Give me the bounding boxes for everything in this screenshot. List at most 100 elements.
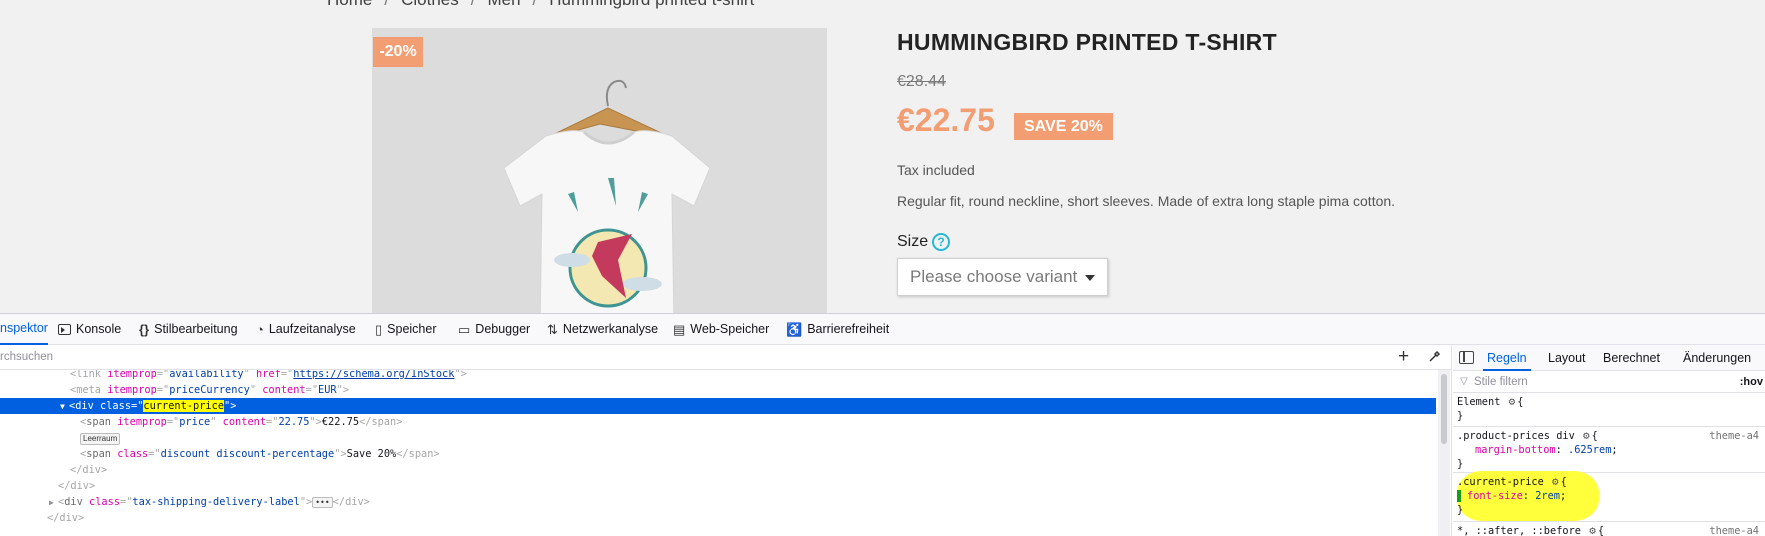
- gauge-icon: ◔: [256, 322, 264, 337]
- markup-line[interactable]: <link itemprop="availability" href="http…: [0, 370, 1436, 382]
- markup-line[interactable]: ▶ <div class="tax-shipping-delivery-label…: [0, 494, 1436, 510]
- help-icon[interactable]: ?: [932, 233, 950, 251]
- size-label: Size: [897, 233, 929, 250]
- tab-changes[interactable]: Änderungen: [1683, 345, 1751, 371]
- breadcrumb-separator: /: [533, 0, 538, 10]
- braces-icon: {}: [139, 322, 150, 337]
- page-viewport: Home / Clothes / Men / Hummingbird printed t-s…: [0, 0, 1765, 313]
- markup-tree: <link itemprop="availability" href="http…: [0, 370, 1436, 536]
- tab-label: Barrierefreiheit: [807, 322, 890, 336]
- tab-network[interactable]: ⇅ Netzwerkanalyse: [547, 314, 658, 345]
- markup-line[interactable]: <span itemprop="price" content="22.75">€…: [0, 414, 1436, 430]
- search-placeholder: rchsuchen: [0, 351, 54, 363]
- css-property[interactable]: font-size: [1467, 490, 1523, 502]
- markup-line[interactable]: <meta itemprop="priceCurrency" content="…: [0, 382, 1436, 398]
- toggle-layout-icon[interactable]: [1459, 351, 1474, 364]
- markup-line[interactable]: <span class="discount discount-percentag…: [0, 446, 1436, 462]
- variant-select[interactable]: Please choose variant: [897, 258, 1108, 296]
- markup-scrollbar[interactable]: [1438, 370, 1450, 536]
- tab-memory[interactable]: ▯ Speicher: [375, 314, 437, 345]
- tab-console[interactable]: Konsole: [58, 314, 121, 345]
- gear-icon[interactable]: ⚙: [1509, 395, 1516, 409]
- filter-icon: ▽: [1460, 376, 1468, 387]
- storage-icon: ▤: [673, 322, 686, 337]
- tab-inspector[interactable]: nspektor: [0, 314, 48, 345]
- breadcrumb-home[interactable]: Home: [327, 0, 372, 10]
- tab-label: Speicher: [387, 322, 437, 336]
- rules-list: Element ⚙{ } .product-prices div ⚙{theme…: [1453, 393, 1765, 536]
- memory-icon: ▯: [375, 322, 383, 337]
- tab-debugger[interactable]: ▭ Debugger: [458, 314, 530, 345]
- tab-style-editor[interactable]: {} Stilbearbeitung: [139, 314, 238, 345]
- rule-source-link[interactable]: theme-a4: [1709, 429, 1759, 443]
- markup-line[interactable]: </div>: [0, 478, 1436, 494]
- breadcrumb: Home / Clothes / Men / Hummingbird printed t-s…: [327, 0, 754, 10]
- markup-line[interactable]: </div>: [0, 462, 1436, 478]
- product-title: HUMMINGBIRD PRINTED T-SHIRT: [897, 29, 1277, 55]
- css-value[interactable]: 2rem: [1535, 490, 1560, 502]
- gear-icon[interactable]: ⚙: [1583, 429, 1590, 443]
- breadcrumb-separator: /: [471, 0, 476, 10]
- rule-element: Element ⚙{ }: [1453, 393, 1765, 427]
- rule-selector: Element: [1457, 396, 1501, 408]
- breadcrumb-men[interactable]: Men: [487, 0, 520, 10]
- tab-label: Debugger: [475, 322, 531, 336]
- hover-toggle-button[interactable]: :hov: [1740, 371, 1763, 393]
- rule-source-link[interactable]: theme-a4: [1709, 524, 1759, 536]
- rule-current-price: .current-price ⚙{ font-size: 2rem; }: [1453, 471, 1765, 521]
- expand-arrow-icon[interactable]: ▶: [49, 495, 58, 511]
- tab-label: nspektor: [0, 321, 48, 335]
- collapse-arrow-icon[interactable]: ▼: [60, 399, 69, 415]
- css-value[interactable]: .625rem: [1568, 444, 1611, 456]
- markup-view: rchsuchen + <link itemprop="availability…: [0, 345, 1452, 536]
- gear-icon[interactable]: ⚙: [1589, 524, 1596, 536]
- discount-flag: -20%: [373, 37, 423, 67]
- add-node-button[interactable]: +: [1398, 345, 1409, 369]
- breadcrumb-current: Hummingbird printed t-shirt: [549, 0, 754, 10]
- network-icon: ⇅: [547, 322, 558, 337]
- rule-universal: *, ::after, ::before ⚙{theme-a4: [1453, 521, 1765, 536]
- save-badge: SAVE 20%: [1014, 113, 1113, 140]
- collapsed-content-badge[interactable]: •••: [312, 497, 333, 508]
- tab-rules[interactable]: Regeln: [1483, 345, 1531, 371]
- css-property[interactable]: margin-bottom: [1475, 444, 1556, 456]
- breadcrumb-separator: /: [384, 0, 389, 10]
- markup-line-selected[interactable]: ▼ <div class="current-price">: [0, 398, 1436, 414]
- tab-storage[interactable]: ▤ Web-Speicher: [673, 314, 769, 345]
- sidebar-tabs: Regeln Layout Berechnet Änderungen: [1453, 345, 1765, 371]
- devtools-toolbar: nspektor Konsole {} Stilbearbeitung ◔ La…: [0, 314, 1765, 345]
- rule-product-prices: .product-prices div ⚙{theme-a4 margin-bo…: [1453, 427, 1765, 473]
- rule-selector: .current-price: [1457, 476, 1544, 488]
- tab-performance[interactable]: ◔ Laufzeitanalyse: [256, 314, 356, 345]
- regular-price: €28.44: [897, 73, 946, 90]
- markup-line[interactable]: </div>: [0, 510, 1436, 526]
- tshirt-illustration: [372, 28, 827, 313]
- rule-selector: *, ::after, ::before: [1457, 525, 1581, 536]
- style-filter-input[interactable]: ▽ Stile filtern :hov: [1453, 371, 1765, 393]
- tab-accessibility[interactable]: ♿ Barrierefreiheit: [786, 314, 889, 345]
- filter-placeholder: Stile filtern: [1474, 376, 1528, 388]
- html-search-input[interactable]: rchsuchen +: [0, 345, 1452, 370]
- whitespace-badge: Leerraum: [80, 433, 121, 445]
- tab-label: Laufzeitanalyse: [268, 322, 356, 336]
- tax-label: Tax included: [897, 162, 975, 178]
- gear-icon[interactable]: ⚙: [1552, 475, 1559, 489]
- accessibility-icon: ♿: [786, 322, 803, 337]
- debugger-icon: ▭: [458, 322, 471, 337]
- tab-label: Web-Speicher: [690, 322, 770, 336]
- scrollbar-thumb[interactable]: [1441, 374, 1447, 444]
- rules-sidebar: Regeln Layout Berechnet Änderungen ▽ Sti…: [1453, 345, 1765, 536]
- variant-select-value: Please choose variant: [910, 267, 1078, 286]
- tab-label: Netzwerkanalyse: [562, 322, 659, 336]
- eyedropper-icon[interactable]: [1428, 350, 1441, 363]
- current-price: €22.75: [897, 102, 995, 138]
- chevron-down-icon: [1085, 275, 1095, 281]
- property-enabled-checkbox[interactable]: [1457, 490, 1461, 502]
- product-short-description: Regular fit, round neckline, short sleev…: [897, 193, 1396, 209]
- tab-computed[interactable]: Berechnet: [1603, 345, 1660, 371]
- tab-layout[interactable]: Layout: [1548, 345, 1586, 371]
- markup-line[interactable]: Leerraum: [0, 430, 1436, 446]
- product-image[interactable]: [372, 28, 827, 313]
- rule-selector: .product-prices div: [1457, 430, 1575, 442]
- breadcrumb-clothes[interactable]: Clothes: [401, 0, 459, 10]
